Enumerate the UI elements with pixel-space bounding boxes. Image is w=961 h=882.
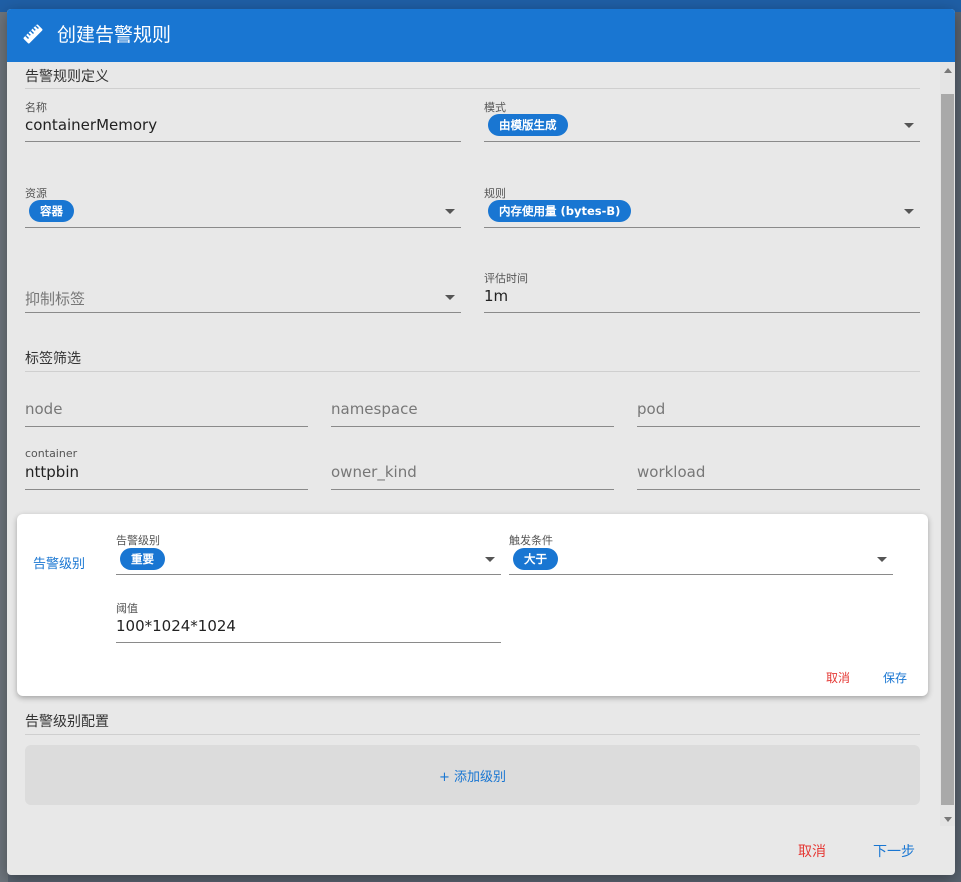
vertical-scrollbar[interactable] [940,62,955,826]
scrollbar-thumb[interactable] [941,94,954,805]
eval-time-field[interactable]: 评估时间 1m [484,267,920,313]
ruler-icon [23,24,43,44]
alert-level-card-label: 告警级别 [33,557,86,572]
chevron-down-icon [904,123,914,128]
container-label: container [25,447,78,460]
name-label: 名称 [25,101,47,114]
section-divider [25,88,920,89]
resource-select[interactable]: 资源 容器 [25,182,461,228]
chevron-down-icon [445,209,455,214]
rule-chip: 内存使用量 (bytes-B) [488,200,632,222]
rule-definition-title: 告警规则定义 [25,69,109,85]
label-filter-title: 标签筛选 [25,351,81,367]
eval-time-value: 1m [484,287,509,305]
container-value: nttpbin [25,463,79,481]
dialog-title: 创建告警规则 [57,24,172,46]
node-placeholder: node [25,400,63,418]
resource-chip: 容器 [29,200,74,222]
owner-kind-filter-input[interactable]: owner_kind [331,445,614,490]
scroll-down-arrow-icon[interactable] [944,817,952,822]
alert-level-config-title: 告警级别配置 [25,714,109,730]
node-filter-input[interactable]: node [25,392,308,427]
pod-placeholder: pod [637,400,666,418]
mode-chip: 由模版生成 [488,114,568,136]
owner-kind-placeholder: owner_kind [331,463,417,481]
rule-select[interactable]: 规则 内存使用量 (bytes-B) [484,182,920,228]
pod-filter-input[interactable]: pod [637,392,920,427]
alert-level-select[interactable]: 告警级别 重要 [116,532,501,575]
alert-level-chip: 重要 [120,548,165,570]
container-filter-input[interactable]: container nttpbin [25,445,308,490]
chevron-down-icon [485,557,495,562]
trigger-condition-select[interactable]: 触发条件 大于 [509,532,893,575]
name-field[interactable]: 名称 containerMemory [25,96,461,142]
chevron-down-icon [877,557,887,562]
workload-filter-input[interactable]: workload [637,445,920,490]
dialog-content: 告警规则定义 名称 containerMemory 模式 由模版生成 资源 容器… [7,62,940,826]
chevron-down-icon [904,209,914,214]
suppress-labels-placeholder: 抑制标签 [25,290,86,308]
create-alert-rule-dialog: 创建告警规则 告警规则定义 名称 containerMemory 模式 由模版生… [7,9,955,875]
trigger-condition-chip: 大于 [513,548,558,570]
suppress-labels-select[interactable]: 抑制标签 [25,267,461,313]
mode-label: 模式 [484,101,506,114]
add-level-button[interactable]: + 添加级别 [25,745,920,805]
card-cancel-button[interactable]: 取消 [826,669,850,686]
footer-cancel-button[interactable]: 取消 [798,841,826,861]
chevron-down-icon [445,295,455,300]
rule-label: 规则 [484,187,506,200]
namespace-placeholder: namespace [331,400,418,418]
dialog-titlebar: 创建告警规则 [7,9,955,62]
trigger-condition-label: 触发条件 [509,534,553,547]
alert-level-card: 告警级别 告警级别 重要 触发条件 大于 阈值 100*1024*1024 取消… [17,514,928,696]
threshold-label: 阈值 [116,602,138,615]
card-save-button[interactable]: 保存 [883,669,907,686]
workload-placeholder: workload [637,463,706,481]
next-step-button[interactable]: 下一步 [873,841,915,861]
threshold-value: 100*1024*1024 [116,617,236,635]
namespace-filter-input[interactable]: namespace [331,392,614,427]
scroll-up-arrow-icon[interactable] [944,68,952,73]
name-value: containerMemory [25,116,158,134]
alert-level-label: 告警级别 [116,534,160,547]
section-divider [25,371,920,372]
section-divider [25,734,920,735]
add-level-label: + 添加级别 [438,770,507,785]
eval-time-label: 评估时间 [484,272,528,285]
resource-label: 资源 [25,187,47,200]
threshold-field[interactable]: 阈值 100*1024*1024 [116,598,501,643]
mode-select[interactable]: 模式 由模版生成 [484,96,920,142]
